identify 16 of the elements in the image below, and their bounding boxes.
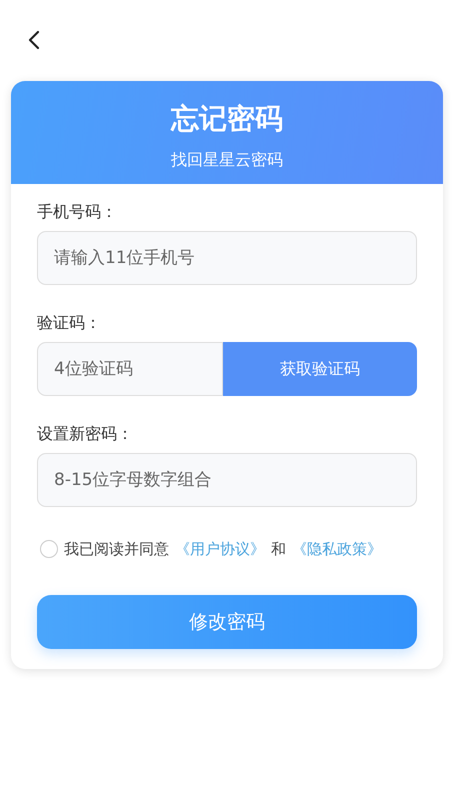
privacy-link[interactable]: 《隐私政策》 [292,540,382,558]
page-subtitle: 找回星星云密码 [171,149,283,171]
terms-link[interactable]: 《用户协议》 [175,540,265,558]
back-icon[interactable] [28,30,40,50]
agree-text: 和 [271,540,286,558]
field-label: 验证码： [37,313,102,333]
agree-checkbox[interactable] [40,540,58,558]
field-label: 设置新密码： [37,424,134,444]
agree-text: 我已阅读并同意 [64,540,169,558]
field-label: 手机号码： [37,202,118,222]
submit-button[interactable]: 修改密码 [37,595,417,649]
input-field[interactable]: 8-15位字母数字组合 [37,453,417,507]
get-code-button[interactable]: 获取验证码 [223,342,417,396]
input-field[interactable]: 4位验证码 [37,342,223,396]
page-title: 忘记密码 [171,101,283,137]
input-field[interactable]: 请输入11位手机号 [37,231,417,285]
